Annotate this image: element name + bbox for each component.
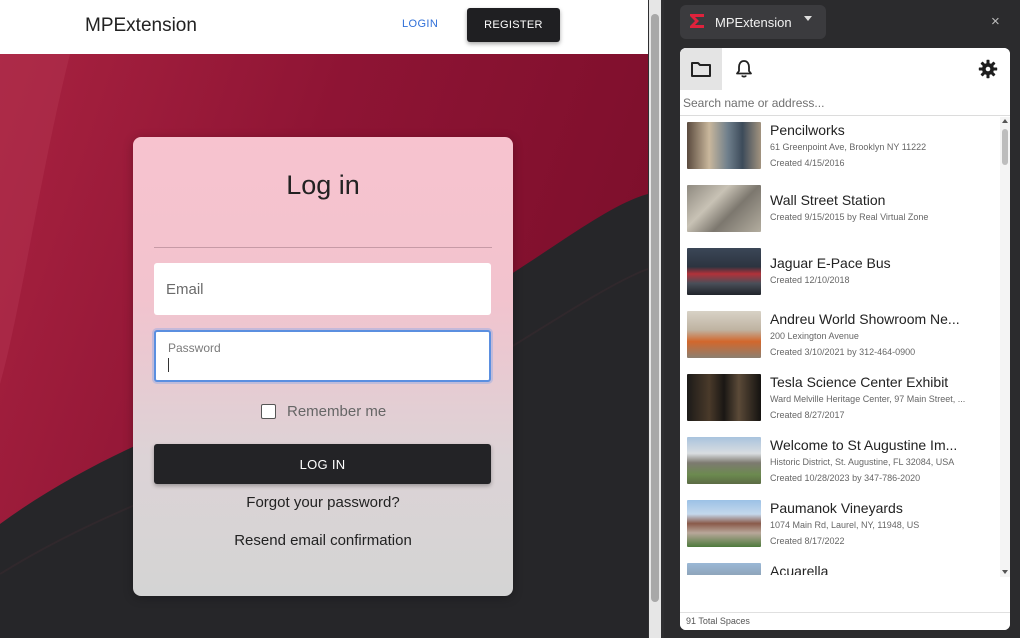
- list-item[interactable]: Paumanok Vineyards 1074 Main Rd, Laurel,…: [680, 495, 1000, 557]
- sigma-logo-icon: [690, 14, 704, 28]
- spaces-footer: 91 Total Spaces: [680, 612, 1010, 630]
- login-card: Log in Email Password Remember me LOG IN…: [133, 137, 513, 596]
- email-field-label: Email: [166, 281, 204, 298]
- panel-tabs: [680, 48, 1010, 90]
- list-item[interactable]: Wall Street Station Created 9/15/2015 by…: [680, 180, 1000, 242]
- space-thumbnail: [687, 122, 761, 169]
- space-thumbnail: [687, 185, 761, 232]
- space-title: Jaguar E-Pace Bus: [770, 255, 891, 271]
- page-scrollbar-thumb[interactable]: [651, 14, 659, 602]
- resend-confirmation-link[interactable]: Resend email confirmation: [133, 532, 513, 549]
- remember-me-row[interactable]: Remember me: [261, 402, 386, 420]
- space-created: Created 4/15/2016: [770, 158, 845, 168]
- scroll-down-arrow-icon[interactable]: [1002, 570, 1008, 574]
- tab-spaces[interactable]: [680, 48, 722, 90]
- remember-me-label[interactable]: Remember me: [287, 403, 386, 420]
- login-title: Log in: [286, 170, 360, 200]
- nav-login-link[interactable]: LOGIN: [402, 18, 438, 30]
- web-page: MPExtension LOGIN REGISTER Log in Email: [0, 0, 648, 638]
- space-address: 61 Greenpoint Ave, Brooklyn NY 11222: [770, 142, 927, 152]
- space-address: 200 Lexington Avenue: [770, 331, 859, 341]
- space-title: Wall Street Station: [770, 192, 886, 208]
- space-address: Historic District, St. Augustine, FL 320…: [770, 457, 955, 467]
- gear-icon: [978, 59, 998, 79]
- space-thumbnail: [687, 248, 761, 295]
- space-thumbnail: [687, 500, 761, 547]
- list-scrollbar-thumb[interactable]: [1002, 129, 1008, 165]
- extension-panel: MPExtension × Search name or address... …: [664, 0, 1020, 638]
- space-thumbnail: [687, 311, 761, 358]
- space-title: Welcome to St Augustine Im...: [770, 437, 958, 453]
- text-cursor: [168, 358, 169, 372]
- space-thumbnail: [687, 563, 761, 575]
- login-submit-button[interactable]: LOG IN: [154, 444, 491, 484]
- email-field[interactable]: Email: [154, 263, 491, 315]
- space-created: Created 9/15/2015 by Real Virtual Zone: [770, 212, 929, 222]
- site-header: MPExtension LOGIN REGISTER: [0, 0, 648, 54]
- register-button[interactable]: REGISTER: [467, 8, 560, 42]
- folder-icon: [691, 62, 711, 77]
- list-item[interactable]: Jaguar E-Pace Bus Created 12/10/2018: [680, 243, 1000, 305]
- space-address: Ward Melville Heritage Center, 97 Main S…: [770, 394, 966, 404]
- spaces-window: Pencilworks 61 Greenpoint Ave, Brooklyn …: [680, 48, 1010, 630]
- space-created: Created 8/27/2017: [770, 410, 845, 420]
- list-scrollbar[interactable]: [1000, 117, 1010, 577]
- chevron-down-icon[interactable]: [804, 16, 812, 21]
- search-bar: [680, 90, 1010, 116]
- extension-name[interactable]: MPExtension: [715, 15, 792, 30]
- list-item[interactable]: Welcome to St Augustine Im... Historic D…: [680, 432, 1000, 494]
- password-field-label: Password: [168, 341, 221, 355]
- tab-notifications[interactable]: [724, 48, 764, 90]
- close-icon[interactable]: ×: [991, 13, 1000, 30]
- list-item[interactable]: Acuarella: [680, 558, 1000, 575]
- total-spaces-count: 91 Total Spaces: [686, 616, 750, 626]
- settings-button[interactable]: [975, 56, 1001, 82]
- space-created: Created 8/17/2022: [770, 536, 845, 546]
- space-title: Andreu World Showroom Ne...: [770, 311, 960, 327]
- password-field[interactable]: Password: [154, 330, 491, 382]
- list-item[interactable]: Andreu World Showroom Ne... 200 Lexingto…: [680, 306, 1000, 368]
- spaces-list: Pencilworks 61 Greenpoint Ave, Brooklyn …: [680, 117, 1000, 575]
- space-thumbnail: [687, 437, 761, 484]
- space-created: Created 12/10/2018: [770, 275, 850, 285]
- space-address: 1074 Main Rd, Laurel, NY, 11948, US: [770, 520, 920, 530]
- list-item[interactable]: Pencilworks 61 Greenpoint Ave, Brooklyn …: [680, 117, 1000, 179]
- space-created: Created 10/28/2023 by 347-786-2020: [770, 473, 921, 483]
- bell-icon: [736, 60, 752, 78]
- space-created: Created 3/10/2021 by 312-464-0900: [770, 347, 916, 357]
- scroll-up-arrow-icon[interactable]: [1002, 119, 1008, 123]
- space-title: Acuarella: [770, 563, 829, 575]
- space-thumbnail: [687, 374, 761, 421]
- search-input[interactable]: [683, 93, 1003, 113]
- remember-me-checkbox[interactable]: [261, 403, 276, 419]
- forgot-password-link[interactable]: Forgot your password?: [133, 494, 513, 511]
- space-title: Paumanok Vineyards: [770, 500, 903, 516]
- space-title: Tesla Science Center Exhibit: [770, 374, 949, 390]
- space-title: Pencilworks: [770, 122, 845, 138]
- site-brand[interactable]: MPExtension: [85, 15, 197, 37]
- title-divider: [154, 247, 492, 248]
- list-item[interactable]: Tesla Science Center Exhibit Ward Melvil…: [680, 369, 1000, 431]
